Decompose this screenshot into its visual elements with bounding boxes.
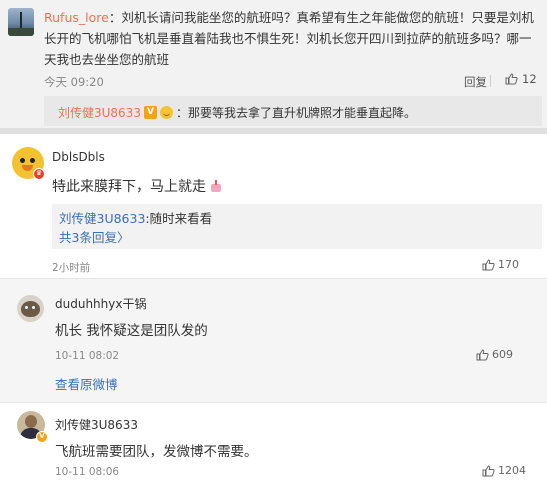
divider [490, 75, 491, 87]
like-count: 1204 [498, 464, 526, 477]
like-count: 12 [522, 72, 537, 86]
user-avatar[interactable] [8, 8, 34, 36]
like-button[interactable]: 12 [505, 72, 537, 86]
vip-badge-icon: ♛ [33, 168, 45, 180]
comment-text: 特此来膜拜下，马上就走 [52, 176, 222, 196]
thumbs-up-icon [482, 464, 495, 477]
comment-author[interactable]: 刘传健3U8633 [55, 416, 138, 433]
comment-dblsdbls: ♛ DblsDbls 特此来膜拜下，马上就走 刘传健3U8633:随时来看看 共… [0, 134, 547, 278]
comment-time: 10-11 08:06 [55, 466, 120, 478]
cake-icon [210, 180, 222, 192]
thumbs-up-icon [476, 348, 489, 361]
verified-badge-icon: V [143, 106, 157, 119]
comment-text: Rufus_lore：刘机长请问我能坐您的航班吗？真希望有生之年能做您的航班！只… [44, 10, 534, 67]
comment-body: 飞航班需要团队，发微博不需要。 [55, 444, 258, 460]
comment-duduhhhyx: duduhhhyx干锅 机长 我怀疑这是团队发的 10-11 08:02 609… [0, 278, 547, 402]
thumbs-up-icon [482, 258, 495, 271]
thumbs-up-icon [505, 73, 518, 85]
sub-reply-text: :随时来看看 [145, 211, 213, 226]
sub-reply: 刘传健3U8633:随时来看看 共3条回复〉 [52, 204, 542, 249]
more-replies-label: 共3条回复 [59, 230, 117, 245]
comment-rufus: Rufus_lore：刘机长请问我能坐您的航班吗？真希望有生之年能做您的航班！只… [0, 0, 547, 128]
comment-body: 机长 我怀疑这是团队发的 [55, 323, 208, 339]
reply-button[interactable]: 回复 [464, 74, 487, 90]
sub-reply-author[interactable]: 刘传健3U8633 [59, 211, 145, 226]
emoji-icon [159, 106, 173, 119]
like-button[interactable]: 170 [482, 258, 519, 271]
comment-time: 10-11 08:02 [55, 350, 120, 362]
chevron-right-icon: 〉 [116, 230, 130, 245]
comment-author[interactable]: duduhhhyx干锅 [55, 295, 146, 312]
user-avatar[interactable] [17, 295, 44, 322]
comment-liuchuanjian: V 刘传健3U8633 飞航班需要团队，发微博不需要。 10-11 08:06 … [0, 402, 547, 484]
verified-badge-icon: V [36, 431, 48, 443]
comment-author[interactable]: DblsDbls [52, 150, 105, 164]
comment-body: 特此来膜拜下，马上就走 [52, 179, 206, 195]
comment-time: 2小时前 [52, 262, 91, 274]
like-button[interactable]: 609 [476, 348, 513, 361]
sub-reply-text: ：那要等我去拿了直升机牌照才能垂直起降。 [175, 106, 416, 120]
comment-author[interactable]: Rufus_lore [44, 10, 109, 25]
like-button[interactable]: 1204 [482, 464, 526, 477]
sub-reply: 刘传健3U8633 V ：那要等我去拿了直升机牌照才能垂直起降。 [44, 96, 542, 126]
like-count: 170 [498, 258, 519, 271]
comment-time: 今天 09:20 [44, 75, 104, 89]
like-count: 609 [492, 348, 513, 361]
more-replies-link[interactable]: 共3条回复〉 [59, 227, 129, 246]
view-original-weibo-link[interactable]: 查看原微博 [55, 374, 118, 393]
sub-reply-author[interactable]: 刘传健3U8633 [58, 104, 141, 121]
